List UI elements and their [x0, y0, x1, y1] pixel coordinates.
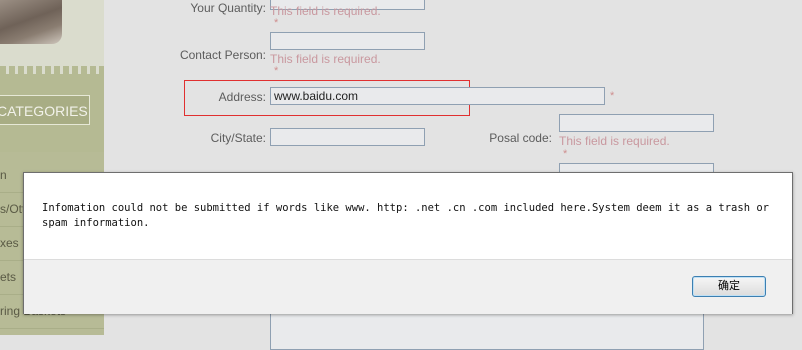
address-input[interactable] — [270, 87, 605, 105]
alert-message: Infomation could not be submitted if wor… — [42, 202, 769, 229]
dialog-footer: 确定 — [24, 259, 792, 314]
city-label: City/State: — [210, 131, 266, 145]
contact-label: Contact Person: — [179, 48, 266, 62]
contact-error: This field is required. — [270, 52, 381, 66]
alert-dialog: Infomation could not be submitted if wor… — [23, 172, 793, 314]
postal-error: This field is required. — [559, 134, 670, 148]
quantity-required-mark: * — [274, 17, 279, 29]
ok-button[interactable]: 确定 — [692, 276, 766, 297]
quantity-error: This field is required. — [270, 4, 381, 18]
message-textarea[interactable] — [270, 310, 704, 350]
categories-title: CATEGORIES — [0, 95, 90, 125]
postal-label: Posal code: — [489, 131, 552, 145]
address-label: Address: — [218, 90, 266, 104]
contact-required-mark: * — [274, 65, 279, 77]
city-state-input[interactable] — [270, 128, 425, 146]
address-required-mark: * — [610, 90, 615, 102]
quantity-label: Your Quantity: — [190, 1, 266, 15]
product-image — [0, 0, 62, 44]
contact-person-input[interactable] — [270, 32, 425, 50]
postal-required-mark: * — [563, 148, 568, 160]
postal-code-input[interactable] — [559, 114, 714, 132]
